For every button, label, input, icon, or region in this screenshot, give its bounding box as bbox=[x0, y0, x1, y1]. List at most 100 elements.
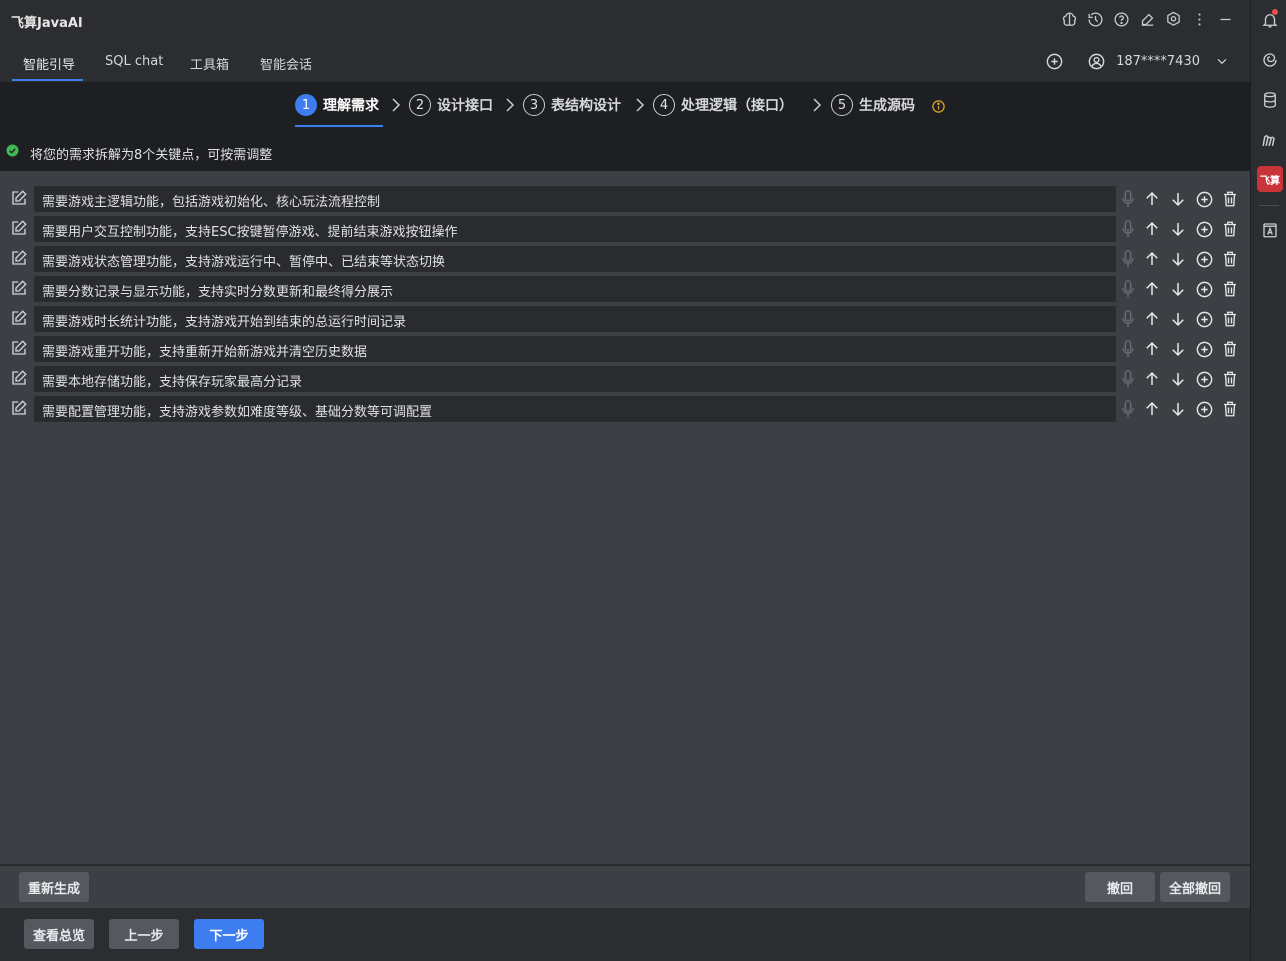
delete-icon[interactable] bbox=[1220, 339, 1240, 359]
add-circle-icon[interactable] bbox=[1044, 51, 1064, 71]
edit-icon[interactable] bbox=[10, 189, 28, 207]
undo-button[interactable]: 撤回 bbox=[1085, 872, 1155, 902]
prev-step-button[interactable]: 上一步 bbox=[109, 919, 179, 949]
translate-icon[interactable] bbox=[1260, 220, 1280, 240]
requirement-row: 需要游戏时长统计功能，支持游戏开始到结束的总运行时间记录 bbox=[0, 306, 1250, 332]
add-item-icon[interactable] bbox=[1194, 309, 1214, 329]
tab-smart-chat[interactable]: 智能会话 bbox=[260, 54, 312, 73]
edit-icon[interactable] bbox=[10, 249, 28, 267]
move-up-icon[interactable] bbox=[1142, 339, 1162, 359]
history-icon[interactable] bbox=[1086, 10, 1104, 28]
edit-icon[interactable] bbox=[1138, 10, 1156, 28]
m-plugin-icon[interactable] bbox=[1260, 130, 1280, 150]
microphone-icon[interactable] bbox=[1120, 399, 1136, 419]
feisuan-plugin-icon[interactable]: 飞算 bbox=[1257, 166, 1283, 192]
step-2[interactable]: 2 设计接口 bbox=[409, 93, 493, 117]
brain-icon[interactable] bbox=[1060, 10, 1078, 28]
edit-icon[interactable] bbox=[10, 369, 28, 387]
requirement-text[interactable]: 需要游戏状态管理功能，支持游戏运行中、暂停中、已结束等状态切换 bbox=[34, 246, 1116, 272]
delete-icon[interactable] bbox=[1220, 309, 1240, 329]
requirement-text[interactable]: 需要游戏时长统计功能，支持游戏开始到结束的总运行时间记录 bbox=[34, 306, 1116, 332]
list-actions-bar: 重新生成 撤回 全部撤回 bbox=[0, 864, 1250, 908]
edit-icon[interactable] bbox=[10, 219, 28, 237]
microphone-icon[interactable] bbox=[1120, 339, 1136, 359]
swirl-plugin-icon[interactable] bbox=[1260, 50, 1280, 70]
move-up-icon[interactable] bbox=[1142, 279, 1162, 299]
requirement-text[interactable]: 需要配置管理功能，支持游戏参数如难度等级、基础分数等可调配置 bbox=[34, 396, 1116, 422]
tab-smart-guide[interactable]: 智能引导 bbox=[23, 54, 75, 73]
undo-all-button[interactable]: 全部撤回 bbox=[1160, 872, 1230, 902]
delete-icon[interactable] bbox=[1220, 279, 1240, 299]
info-icon[interactable] bbox=[931, 99, 946, 114]
microphone-icon[interactable] bbox=[1120, 219, 1136, 239]
requirement-row: 需要用户交互控制功能，支持ESC按键暂停游戏、提前结束游戏按钮操作 bbox=[0, 216, 1250, 242]
minimize-icon[interactable] bbox=[1216, 10, 1234, 28]
requirement-text[interactable]: 需要游戏重开功能，支持重新开始新游戏并清空历史数据 bbox=[34, 336, 1116, 362]
move-up-icon[interactable] bbox=[1142, 219, 1162, 239]
help-icon[interactable] bbox=[1112, 10, 1130, 28]
edit-icon[interactable] bbox=[10, 399, 28, 417]
microphone-icon[interactable] bbox=[1120, 279, 1136, 299]
requirement-text[interactable]: 需要分数记录与显示功能，支持实时分数更新和最终得分展示 bbox=[34, 276, 1116, 302]
chevron-down-icon[interactable] bbox=[1214, 53, 1230, 69]
move-down-icon[interactable] bbox=[1168, 369, 1188, 389]
edit-icon[interactable] bbox=[10, 339, 28, 357]
step-4[interactable]: 4 处理逻辑（接口） bbox=[653, 93, 793, 117]
wizard-nav-bar: 查看总览 上一步 下一步 bbox=[0, 908, 1250, 961]
add-item-icon[interactable] bbox=[1194, 249, 1214, 269]
delete-icon[interactable] bbox=[1220, 399, 1240, 419]
step-5[interactable]: 5 生成源码 bbox=[831, 93, 915, 117]
microphone-icon[interactable] bbox=[1120, 189, 1136, 209]
move-down-icon[interactable] bbox=[1168, 309, 1188, 329]
chevron-right-icon bbox=[811, 98, 823, 112]
requirement-text[interactable]: 需要游戏主逻辑功能，包括游戏初始化、核心玩法流程控制 bbox=[34, 186, 1116, 212]
add-item-icon[interactable] bbox=[1194, 189, 1214, 209]
move-down-icon[interactable] bbox=[1168, 279, 1188, 299]
move-up-icon[interactable] bbox=[1142, 399, 1162, 419]
database-icon[interactable] bbox=[1260, 90, 1280, 110]
move-down-icon[interactable] bbox=[1168, 339, 1188, 359]
row-actions bbox=[1120, 249, 1240, 269]
tab-toolbox[interactable]: 工具箱 bbox=[190, 54, 229, 73]
move-up-icon[interactable] bbox=[1142, 309, 1162, 329]
regenerate-button[interactable]: 重新生成 bbox=[19, 872, 89, 902]
delete-icon[interactable] bbox=[1220, 249, 1240, 269]
settings-icon[interactable] bbox=[1164, 10, 1182, 28]
overview-button[interactable]: 查看总览 bbox=[24, 919, 94, 949]
delete-icon[interactable] bbox=[1220, 219, 1240, 239]
edit-icon[interactable] bbox=[10, 309, 28, 327]
next-step-button[interactable]: 下一步 bbox=[194, 919, 264, 949]
more-icon[interactable] bbox=[1190, 10, 1208, 28]
edit-icon[interactable] bbox=[10, 279, 28, 297]
step-3[interactable]: 3 表结构设计 bbox=[523, 93, 621, 117]
move-down-icon[interactable] bbox=[1168, 189, 1188, 209]
move-down-icon[interactable] bbox=[1168, 399, 1188, 419]
step-1[interactable]: 1 理解需求 bbox=[295, 93, 379, 117]
step-number: 3 bbox=[523, 94, 545, 116]
main-tabs: 智能引导 SQL chat 工具箱 智能会话 187****7430 bbox=[0, 42, 1250, 82]
tab-sql-chat[interactable]: SQL chat bbox=[105, 54, 163, 69]
requirement-text[interactable]: 需要用户交互控制功能，支持ESC按键暂停游戏、提前结束游戏按钮操作 bbox=[34, 216, 1116, 242]
add-item-icon[interactable] bbox=[1194, 399, 1214, 419]
move-up-icon[interactable] bbox=[1142, 189, 1162, 209]
move-up-icon[interactable] bbox=[1142, 249, 1162, 269]
add-item-icon[interactable] bbox=[1194, 339, 1214, 359]
add-item-icon[interactable] bbox=[1194, 279, 1214, 299]
requirement-row: 需要游戏状态管理功能，支持游戏运行中、暂停中、已结束等状态切换 bbox=[0, 246, 1250, 272]
move-up-icon[interactable] bbox=[1142, 369, 1162, 389]
microphone-icon[interactable] bbox=[1120, 369, 1136, 389]
delete-icon[interactable] bbox=[1220, 189, 1240, 209]
microphone-icon[interactable] bbox=[1120, 249, 1136, 269]
move-down-icon[interactable] bbox=[1168, 219, 1188, 239]
delete-icon[interactable] bbox=[1220, 369, 1240, 389]
microphone-icon[interactable] bbox=[1120, 309, 1136, 329]
step-label: 理解需求 bbox=[323, 98, 379, 114]
user-avatar-icon[interactable] bbox=[1086, 51, 1106, 71]
add-item-icon[interactable] bbox=[1194, 369, 1214, 389]
move-down-icon[interactable] bbox=[1168, 249, 1188, 269]
right-tool-strip: 飞算 bbox=[1250, 0, 1286, 961]
add-item-icon[interactable] bbox=[1194, 219, 1214, 239]
requirement-text[interactable]: 需要本地存储功能，支持保存玩家最高分记录 bbox=[34, 366, 1116, 392]
user-name[interactable]: 187****7430 bbox=[1116, 54, 1200, 69]
success-check-icon bbox=[6, 144, 19, 157]
